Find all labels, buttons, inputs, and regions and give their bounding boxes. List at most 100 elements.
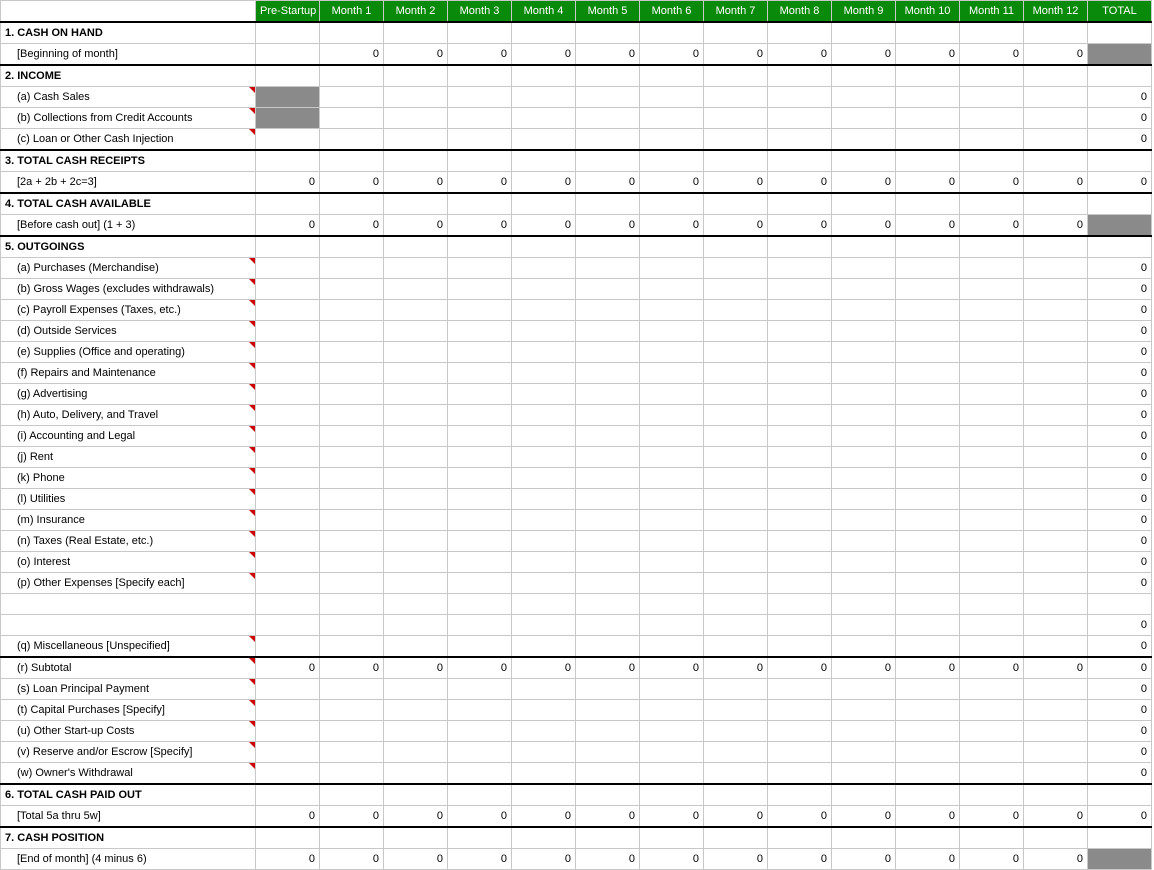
cell-total[interactable]: 0 [1088, 405, 1152, 426]
cell[interactable]: 0 [640, 806, 704, 828]
cell[interactable] [768, 827, 832, 849]
cell[interactable] [704, 236, 768, 258]
cell[interactable]: 0 [832, 657, 896, 679]
cell[interactable] [704, 193, 768, 215]
cell[interactable] [640, 87, 704, 108]
cell[interactable] [832, 531, 896, 552]
cell[interactable] [512, 321, 576, 342]
cell[interactable] [256, 108, 320, 129]
cell[interactable] [960, 65, 1024, 87]
cell[interactable] [704, 426, 768, 447]
row-label[interactable]: [Beginning of month] [1, 44, 256, 66]
row-label[interactable] [1, 615, 256, 636]
cell[interactable] [1024, 279, 1088, 300]
cell[interactable] [384, 22, 448, 44]
cell[interactable] [768, 363, 832, 384]
cell[interactable] [576, 258, 640, 279]
cell[interactable] [704, 468, 768, 489]
cell[interactable] [704, 384, 768, 405]
cell[interactable] [896, 615, 960, 636]
cell-total[interactable]: 0 [1088, 510, 1152, 531]
cell[interactable]: 0 [640, 172, 704, 194]
cell[interactable] [448, 447, 512, 468]
cell[interactable]: 0 [256, 657, 320, 679]
cell[interactable] [832, 721, 896, 742]
cell[interactable] [576, 363, 640, 384]
cell[interactable] [512, 827, 576, 849]
cell[interactable]: 0 [704, 849, 768, 870]
cell[interactable] [640, 321, 704, 342]
cell[interactable] [896, 679, 960, 700]
cell[interactable] [320, 679, 384, 700]
cell[interactable] [640, 150, 704, 172]
cell[interactable] [576, 22, 640, 44]
cell[interactable] [1024, 700, 1088, 721]
cell[interactable] [704, 447, 768, 468]
cell[interactable]: 0 [768, 657, 832, 679]
cell[interactable] [576, 700, 640, 721]
cell[interactable] [960, 22, 1024, 44]
cell[interactable] [1024, 87, 1088, 108]
cell[interactable]: 0 [832, 215, 896, 237]
cell[interactable] [960, 300, 1024, 321]
cell[interactable]: 0 [448, 172, 512, 194]
cell[interactable]: 0 [640, 215, 704, 237]
cell[interactable] [832, 700, 896, 721]
cell[interactable] [256, 44, 320, 66]
cell[interactable] [320, 405, 384, 426]
cell[interactable] [448, 489, 512, 510]
cell[interactable]: 0 [1024, 849, 1088, 870]
cell[interactable] [256, 236, 320, 258]
cell[interactable] [512, 636, 576, 658]
cell-total[interactable]: 0 [1088, 615, 1152, 636]
cell[interactable]: 0 [576, 172, 640, 194]
cell[interactable] [896, 636, 960, 658]
cell[interactable] [512, 447, 576, 468]
cell[interactable] [448, 129, 512, 151]
cell[interactable] [512, 742, 576, 763]
cell[interactable] [960, 615, 1024, 636]
cell[interactable]: 0 [768, 806, 832, 828]
cell[interactable] [448, 87, 512, 108]
cell[interactable] [640, 447, 704, 468]
row-label[interactable]: (b) Collections from Credit Accounts [1, 108, 256, 129]
cell[interactable] [704, 510, 768, 531]
cell[interactable] [896, 384, 960, 405]
cell[interactable] [384, 258, 448, 279]
row-label[interactable]: (w) Owner's Withdrawal [1, 763, 256, 785]
cell[interactable] [704, 489, 768, 510]
cell[interactable] [832, 87, 896, 108]
cell[interactable] [640, 763, 704, 785]
cell[interactable] [640, 615, 704, 636]
cell[interactable] [256, 258, 320, 279]
cell[interactable] [256, 742, 320, 763]
row-label[interactable] [1, 594, 256, 615]
cell[interactable]: 0 [384, 657, 448, 679]
cell[interactable] [320, 615, 384, 636]
cell[interactable] [448, 258, 512, 279]
cell[interactable] [832, 827, 896, 849]
cell-total[interactable]: 0 [1088, 363, 1152, 384]
cell[interactable] [640, 363, 704, 384]
cell-total[interactable]: 0 [1088, 300, 1152, 321]
cell[interactable]: 0 [896, 806, 960, 828]
cell[interactable] [704, 108, 768, 129]
cell[interactable] [768, 721, 832, 742]
cell[interactable]: 0 [960, 657, 1024, 679]
cell[interactable] [320, 384, 384, 405]
cell[interactable] [576, 552, 640, 573]
cell[interactable]: 0 [1024, 215, 1088, 237]
cell[interactable] [832, 65, 896, 87]
cell-total[interactable] [1088, 784, 1152, 806]
cell[interactable] [640, 193, 704, 215]
cell-total[interactable]: 0 [1088, 468, 1152, 489]
cell[interactable] [448, 552, 512, 573]
cell[interactable] [384, 193, 448, 215]
cell-total[interactable] [1088, 150, 1152, 172]
cell[interactable] [576, 679, 640, 700]
cell[interactable] [640, 468, 704, 489]
cell[interactable] [832, 573, 896, 594]
cell[interactable] [960, 552, 1024, 573]
cell[interactable]: 0 [512, 215, 576, 237]
row-label[interactable]: (c) Payroll Expenses (Taxes, etc.) [1, 300, 256, 321]
